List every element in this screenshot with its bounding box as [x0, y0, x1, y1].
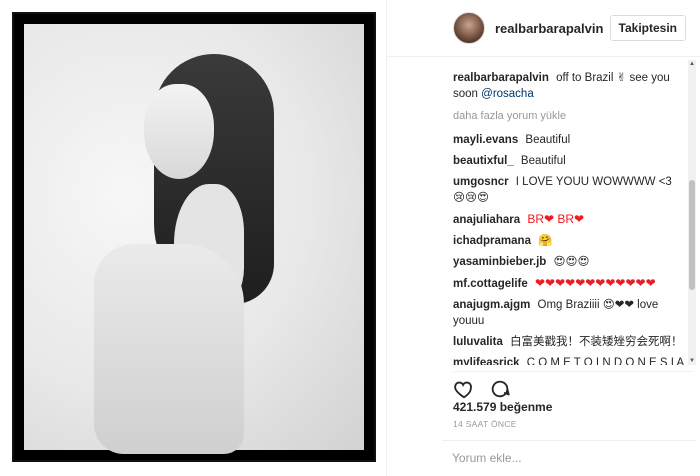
action-bar	[453, 371, 693, 399]
caption-username[interactable]: realbarbarapalvin	[453, 72, 549, 84]
comment-text: ❤❤❤❤❤❤❤❤❤❤❤❤	[534, 276, 656, 290]
post-header: realbarbarapalvin Takiptesin	[387, 0, 700, 57]
comment-text: C O M E T O I N D O N E S I A	[526, 357, 685, 365]
comment-text: 😍😍😍	[553, 256, 590, 268]
comment-row: mayli.evans Beautiful	[453, 132, 687, 148]
post-photo-area	[0, 0, 387, 476]
comment-row: mf.cottagelife ❤❤❤❤❤❤❤❤❤❤❤❤	[453, 275, 687, 292]
comment-input[interactable]: Yorum ekle...	[442, 440, 696, 476]
comment-username[interactable]: mylifeasrick	[453, 357, 520, 365]
post-photo[interactable]	[12, 12, 376, 462]
scroll-thumb[interactable]	[689, 180, 695, 290]
heart-outline-icon[interactable]	[453, 378, 475, 400]
comment-text: Beautiful	[520, 155, 566, 167]
comment-username[interactable]: anajuliahara	[453, 214, 520, 226]
caption: realbarbarapalvin off to Brazil ✌ see yo…	[453, 70, 687, 102]
comment-row: umgosncr I LOVE YOUU WOWWWW <3 😢😢😍	[453, 174, 687, 206]
comments-list: realbarbarapalvin off to Brazil ✌ see yo…	[387, 60, 687, 365]
comment-bubble-icon[interactable]	[489, 378, 511, 400]
caption-mention-link[interactable]: @rosacha	[481, 88, 534, 100]
comment-row: mylifeasrick C O M E T O I N D O N E S I…	[453, 355, 687, 365]
follow-button[interactable]: Takiptesin	[609, 15, 686, 41]
post-timestamp: 14 SAAT ÖNCE	[453, 419, 517, 429]
comment-username[interactable]: mayli.evans	[453, 134, 518, 146]
photo-canvas	[24, 24, 364, 454]
likes-count[interactable]: 421.579 beğenme	[453, 400, 552, 414]
comment-username[interactable]: anajugm.ajgm	[453, 299, 530, 311]
caption-text: off to Brazil	[556, 72, 614, 84]
header-username[interactable]: realbarbarapalvin	[495, 21, 610, 36]
load-more-comments-link[interactable]: daha fazla yorum yükle	[453, 108, 687, 124]
comment-row: beautixful_ Beautiful	[453, 153, 687, 169]
comment-row: yasaminbieber.jb 😍😍😍	[453, 254, 687, 270]
photo-face-shape	[144, 84, 214, 179]
comment-row: anajuliahara BR❤ BR❤	[453, 211, 687, 228]
post-sidebar: realbarbarapalvin Takiptesin realbarbara…	[387, 0, 700, 476]
comment-row: luluvalita 白富美戳我！不装矮矬穷会死啊！	[453, 334, 687, 350]
comment-username[interactable]: yasaminbieber.jb	[453, 256, 546, 268]
comment-text: BR❤ BR❤	[527, 212, 585, 226]
comment-text: 白富美戳我！不装矮矬穷会死啊！	[510, 336, 683, 348]
comment-username[interactable]: luluvalita	[453, 336, 503, 348]
comment-row: ichadpramana 🤗	[453, 233, 687, 249]
comment-username[interactable]: beautixful_	[453, 155, 514, 167]
comment-text: 🤗	[538, 235, 553, 247]
scroll-down-arrow-icon[interactable]: ▼	[688, 357, 696, 365]
comment-text: Beautiful	[525, 134, 571, 146]
victory-hand-emoji-icon: ✌	[616, 72, 627, 84]
comment-username[interactable]: mf.cottagelife	[453, 278, 528, 290]
comment-username[interactable]: umgosncr	[453, 176, 509, 188]
photo-dress-shape	[94, 244, 244, 454]
comment-row: anajugm.ajgm Omg Braziiii 😍❤❤ love youuu	[453, 297, 687, 329]
avatar[interactable]	[453, 12, 485, 44]
comment-text: I LOVE YOUU WOWWWW <3	[515, 176, 672, 188]
comments-scrollbar[interactable]: ▲ ▼	[688, 60, 696, 365]
emoji-faces-icon: 😢😢😍	[453, 192, 489, 204]
comment-username[interactable]: ichadpramana	[453, 235, 531, 247]
scroll-up-arrow-icon[interactable]: ▲	[688, 60, 696, 68]
